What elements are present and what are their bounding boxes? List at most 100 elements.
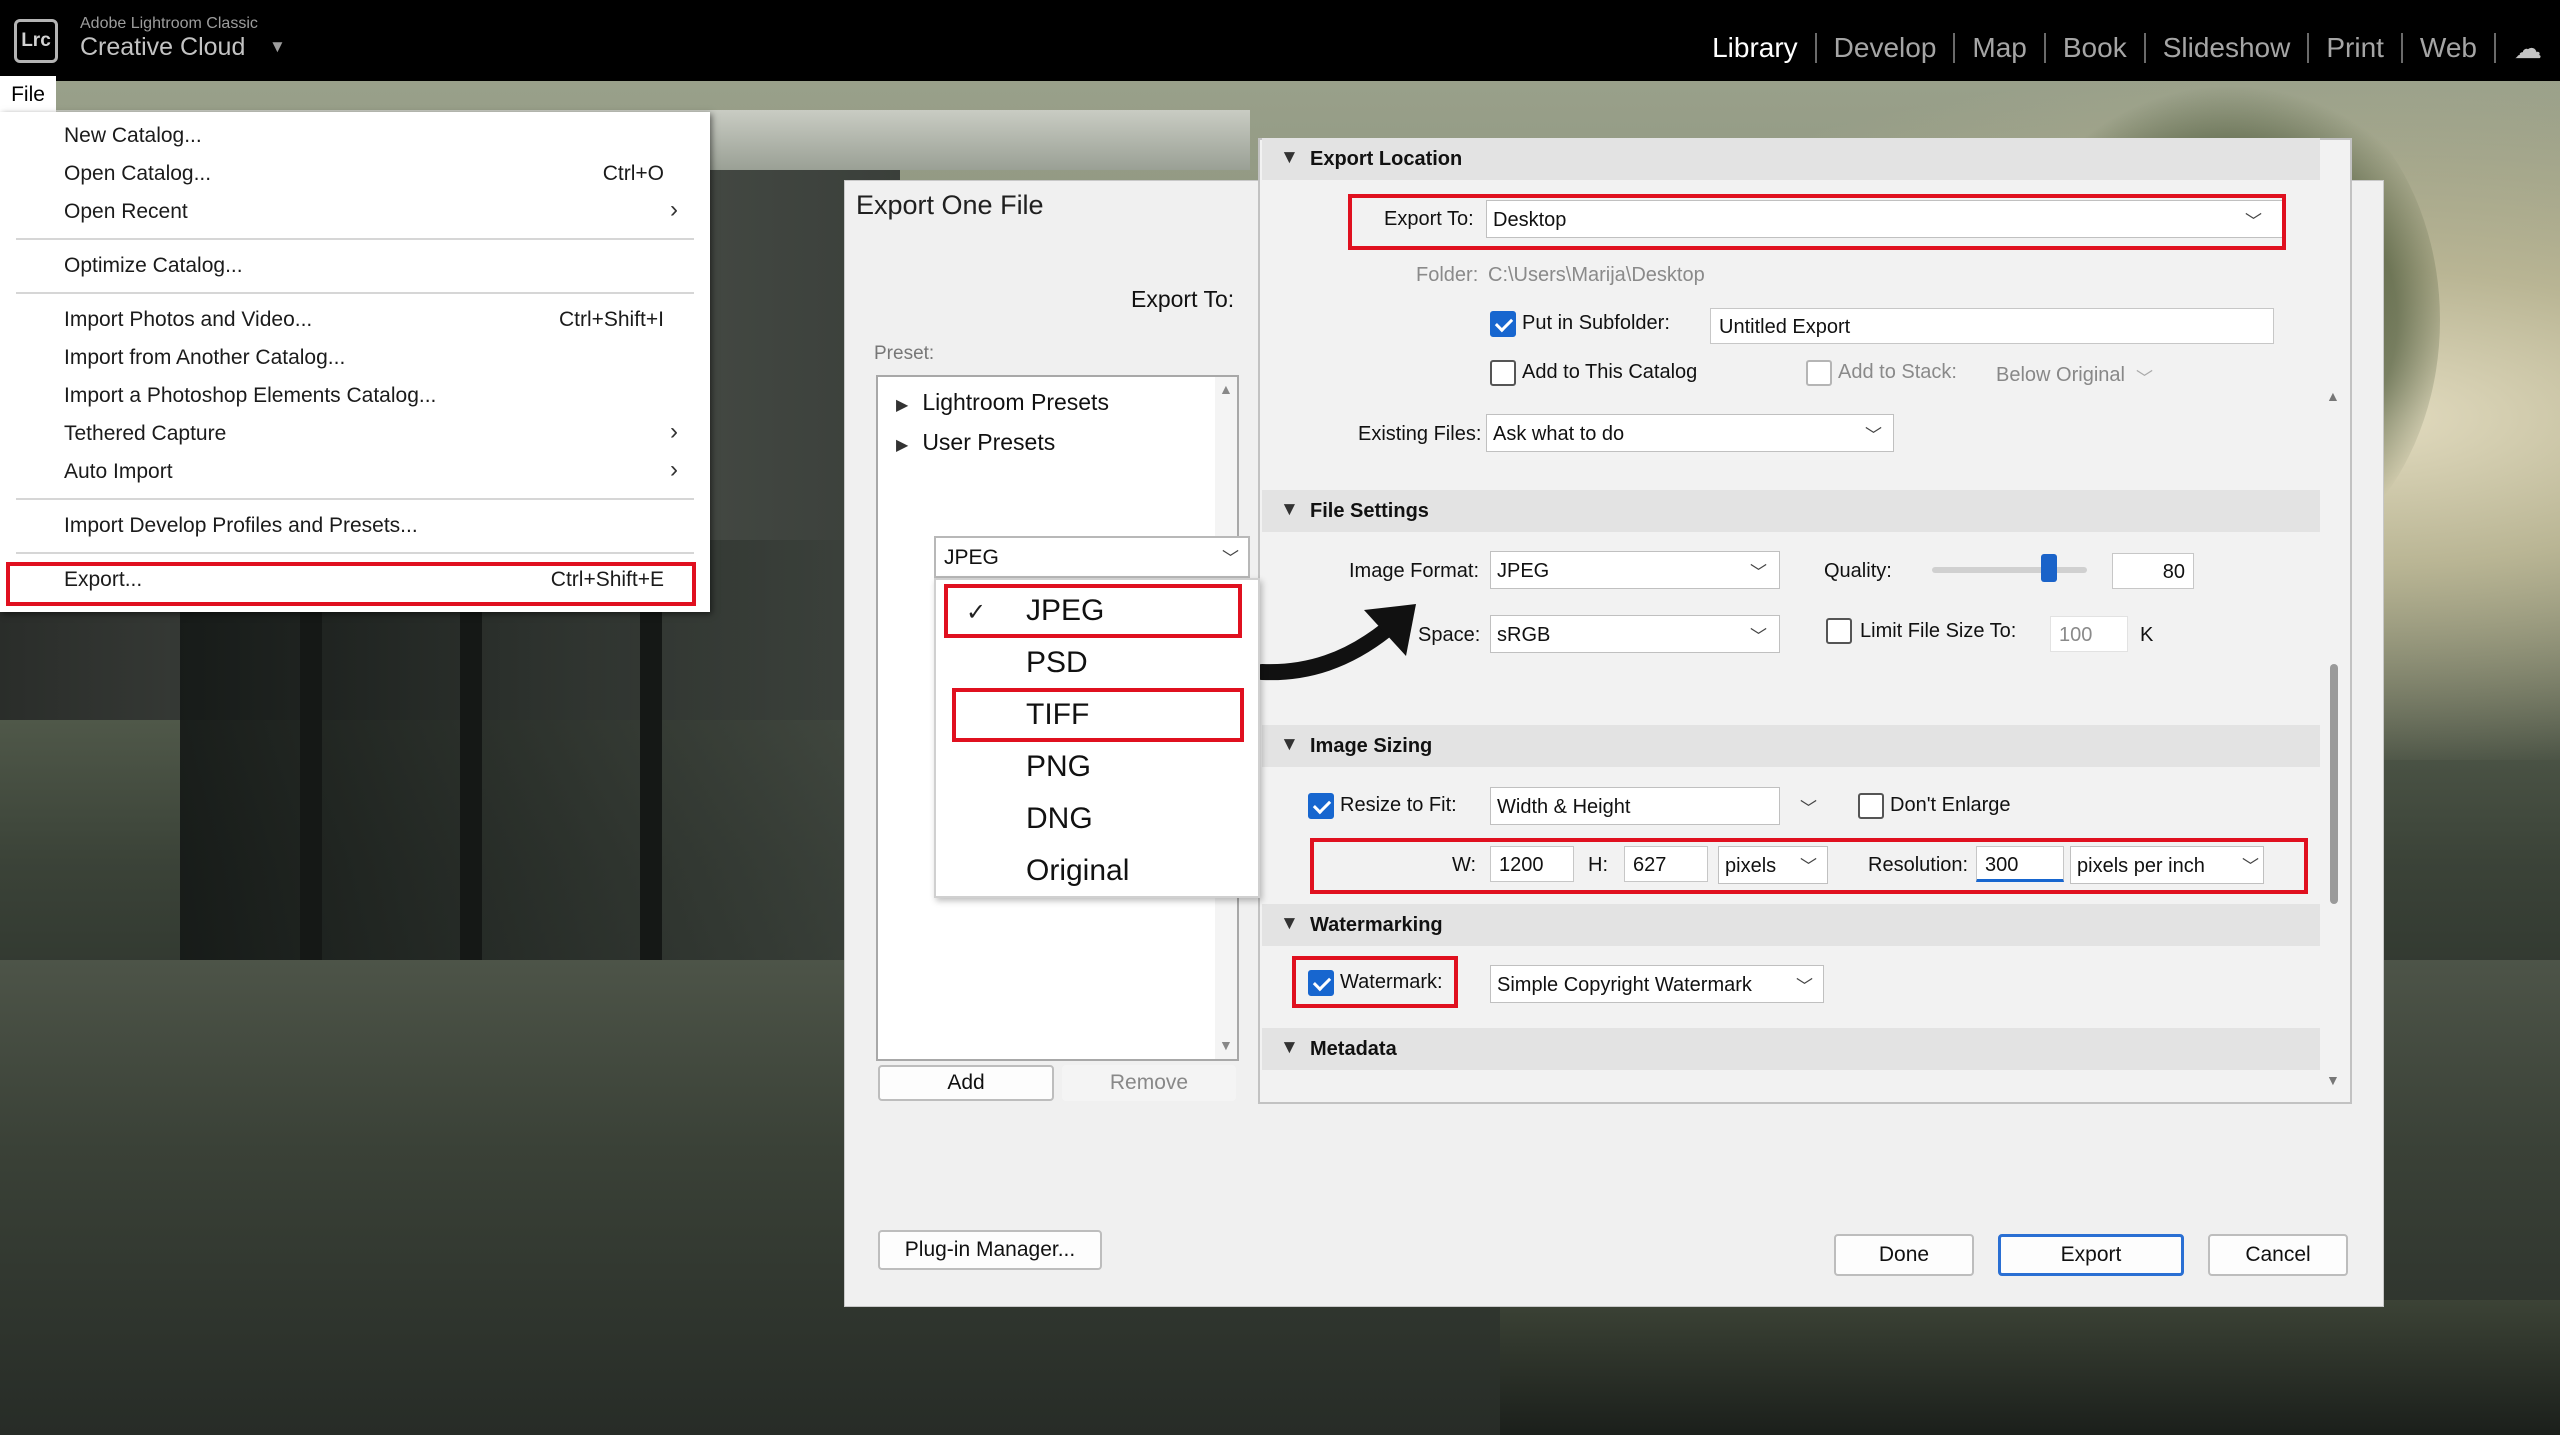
shortcut-import-photos: Ctrl+Shift+I [558, 308, 664, 331]
collapse-triangle-icon[interactable]: ▼ [1280, 499, 1299, 521]
export-button[interactable]: Export [1998, 1234, 2184, 1276]
limit-unit: K [2140, 624, 2154, 646]
module-print[interactable]: Print [2309, 33, 2403, 63]
image-format-select[interactable]: JPEG [1490, 551, 1780, 589]
quality-slider-thumb[interactable] [2041, 554, 2057, 582]
annotation-arrow-icon [1258, 604, 1416, 681]
module-library[interactable]: Library [1695, 33, 1817, 63]
scroll-down-icon[interactable]: ▼ [1219, 1037, 1233, 1053]
menu-item-open-recent[interactable]: Open Recent [64, 200, 188, 224]
caret-down-icon[interactable]: ▼ [269, 37, 286, 57]
app-name[interactable]: Creative Cloud [80, 33, 245, 62]
chevron-down-icon[interactable]: ﹀ [1222, 544, 1239, 569]
format-option-original[interactable]: Original [1026, 854, 1129, 888]
expand-triangle-icon[interactable]: ▶ [896, 397, 908, 414]
collapse-triangle-icon[interactable]: ▼ [1280, 147, 1299, 169]
settings-scrollbar-thumb[interactable] [2330, 664, 2338, 904]
color-space-select[interactable]: sRGB [1490, 615, 1780, 653]
preset-lightroom[interactable]: ▶ Lightroom Presets [896, 389, 1109, 416]
add-to-stack-label: Add to Stack: [1838, 361, 1957, 383]
preset-user[interactable]: ▶ User Presets [896, 429, 1055, 456]
chevron-down-icon[interactable]: ﹀ [1750, 622, 1767, 647]
subfolder-checkbox[interactable] [1490, 311, 1516, 337]
shortcut-open-catalog: Ctrl+O [602, 162, 664, 185]
format-option-psd[interactable]: PSD [1026, 646, 1088, 680]
section-file-settings[interactable]: ▼ File Settings [1262, 490, 2320, 532]
subfolder-label: Put in Subfolder: [1522, 312, 1670, 334]
stack-position-select[interactable]: Below Original [1990, 356, 2160, 394]
chevron-down-icon[interactable]: ﹀ [2136, 364, 2153, 389]
add-to-stack-checkbox[interactable] [1806, 360, 1832, 386]
highlight-box [1348, 194, 2286, 250]
limit-file-size-input[interactable]: 100 [2050, 616, 2128, 652]
cancel-button[interactable]: Cancel [2208, 1234, 2348, 1276]
chevron-down-icon[interactable]: ﹀ [1865, 421, 1882, 446]
menu-separator [16, 292, 694, 294]
preset-label: Preset: [874, 343, 935, 364]
plugin-manager-button[interactable]: Plug-in Manager... [878, 1230, 1102, 1270]
existing-files-select[interactable]: Ask what to do [1486, 414, 1894, 452]
collapse-triangle-icon[interactable]: ▼ [1280, 1037, 1299, 1059]
menu-item-optimize-catalog[interactable]: Optimize Catalog... [64, 254, 243, 278]
done-button[interactable]: Done [1834, 1234, 1974, 1276]
menu-item-tethered-capture[interactable]: Tethered Capture [64, 422, 226, 446]
dialog-title: Export One File [856, 190, 1044, 220]
section-image-sizing[interactable]: ▼ Image Sizing [1262, 725, 2320, 767]
collapse-triangle-icon[interactable]: ▼ [1280, 913, 1299, 935]
format-option-dng[interactable]: DNG [1026, 802, 1093, 836]
chevron-right-icon: › [670, 456, 678, 483]
app-subtitle: Adobe Lightroom Classic [80, 15, 258, 32]
resize-to-fit-label: Resize to Fit: [1340, 794, 1457, 816]
menu-item-open-catalog[interactable]: Open Catalog... [64, 162, 211, 186]
top-bar: Lrc Adobe Lightroom Classic Creative Clo… [0, 0, 2560, 81]
existing-files-label: Existing Files: [1358, 423, 1482, 445]
add-preset-button[interactable]: Add [878, 1065, 1054, 1101]
add-to-catalog-checkbox[interactable] [1490, 360, 1516, 386]
menu-item-auto-import[interactable]: Auto Import [64, 460, 173, 484]
menu-separator [16, 498, 694, 500]
scroll-up-icon[interactable]: ▲ [1219, 381, 1233, 397]
watermark-select[interactable]: Simple Copyright Watermark [1490, 965, 1824, 1003]
chevron-down-icon[interactable]: ﹀ [1750, 558, 1767, 583]
chevron-down-icon[interactable]: ﹀ [1800, 794, 1817, 819]
menu-item-import-another-catalog[interactable]: Import from Another Catalog... [64, 346, 345, 370]
section-export-location[interactable]: ▼ Export Location [1262, 138, 2320, 180]
menu-separator [16, 552, 694, 554]
menu-item-new-catalog[interactable]: New Catalog... [64, 124, 202, 148]
limit-file-size-label: Limit File Size To: [1860, 620, 2017, 642]
cloud-sync-icon[interactable]: ☁ [2496, 32, 2560, 65]
resize-to-fit-checkbox[interactable] [1308, 793, 1334, 819]
format-select[interactable]: JPEG [934, 536, 1250, 578]
file-menu: New Catalog... Open Catalog... Ctrl+O Op… [0, 112, 710, 612]
section-metadata[interactable]: ▼ Metadata [1262, 1028, 2320, 1070]
section-watermarking[interactable]: ▼ Watermarking [1262, 904, 2320, 946]
resize-mode-select[interactable]: Width & Height [1490, 787, 1780, 825]
highlight-box [944, 584, 1242, 638]
menu-item-import-photoshop-elements[interactable]: Import a Photoshop Elements Catalog... [64, 384, 436, 408]
image-format-label: Image Format: [1349, 560, 1480, 582]
remove-preset-button[interactable]: Remove [1062, 1065, 1236, 1101]
expand-triangle-icon[interactable]: ▶ [896, 437, 908, 454]
quality-label: Quality: [1824, 560, 1892, 582]
scroll-down-icon[interactable]: ▼ [2326, 1072, 2340, 1088]
collapse-triangle-icon[interactable]: ▼ [1280, 734, 1299, 756]
menu-item-import-photos[interactable]: Import Photos and Video... [64, 308, 312, 332]
module-web[interactable]: Web [2403, 33, 2496, 63]
limit-file-size-checkbox[interactable] [1826, 618, 1852, 644]
chevron-right-icon: › [670, 418, 678, 445]
menu-item-import-develop-profiles[interactable]: Import Develop Profiles and Presets... [64, 514, 418, 538]
module-map[interactable]: Map [1955, 33, 2046, 63]
module-develop[interactable]: Develop [1817, 33, 1956, 63]
lightroom-logo: Lrc [14, 19, 58, 63]
dont-enlarge-checkbox[interactable] [1858, 793, 1884, 819]
module-picker: Library Develop Map Book Slideshow Print… [1695, 28, 2560, 68]
file-menu-tab[interactable]: File [0, 76, 56, 113]
chevron-down-icon[interactable]: ﹀ [1796, 972, 1813, 997]
subfolder-input[interactable]: Untitled Export [1710, 308, 2274, 344]
quality-input[interactable]: 80 [2112, 553, 2194, 589]
scroll-up-icon[interactable]: ▲ [2326, 388, 2340, 404]
module-book[interactable]: Book [2046, 33, 2146, 63]
format-option-png[interactable]: PNG [1026, 750, 1091, 784]
module-slideshow[interactable]: Slideshow [2146, 33, 2310, 63]
quality-slider-track[interactable] [1932, 567, 2087, 573]
